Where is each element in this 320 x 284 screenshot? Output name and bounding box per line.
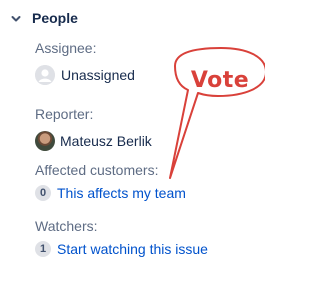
reporter-value: Mateusz Berlik — [60, 133, 152, 149]
affected-customers-label: Affected customers: — [35, 162, 159, 178]
watchers-field: 1 Start watching this issue — [35, 238, 208, 260]
assignee-label: Assignee: — [35, 40, 97, 56]
chevron-down-icon[interactable] — [10, 12, 22, 24]
start-watching-link[interactable]: Start watching this issue — [57, 241, 208, 257]
assignee-value: Unassigned — [61, 67, 135, 83]
assignee-field[interactable]: Unassigned — [35, 64, 135, 86]
user-placeholder-icon — [35, 65, 55, 85]
watchers-count-badge: 1 — [35, 241, 51, 257]
reporter-label: Reporter: — [35, 106, 94, 122]
affected-customers-field: 0 This affects my team — [35, 182, 186, 204]
watchers-label: Watchers: — [35, 218, 98, 234]
affects-my-team-link[interactable]: This affects my team — [57, 185, 186, 201]
section-title: People — [32, 10, 78, 26]
avatar — [35, 131, 55, 151]
vote-annotation: Vote — [190, 68, 250, 93]
people-section-toggle[interactable]: People — [10, 8, 78, 28]
people-panel: People Assignee: Unassigned Reporter: Ma… — [0, 0, 265, 284]
reporter-field[interactable]: Mateusz Berlik — [35, 130, 152, 152]
affected-count-badge: 0 — [35, 185, 51, 201]
